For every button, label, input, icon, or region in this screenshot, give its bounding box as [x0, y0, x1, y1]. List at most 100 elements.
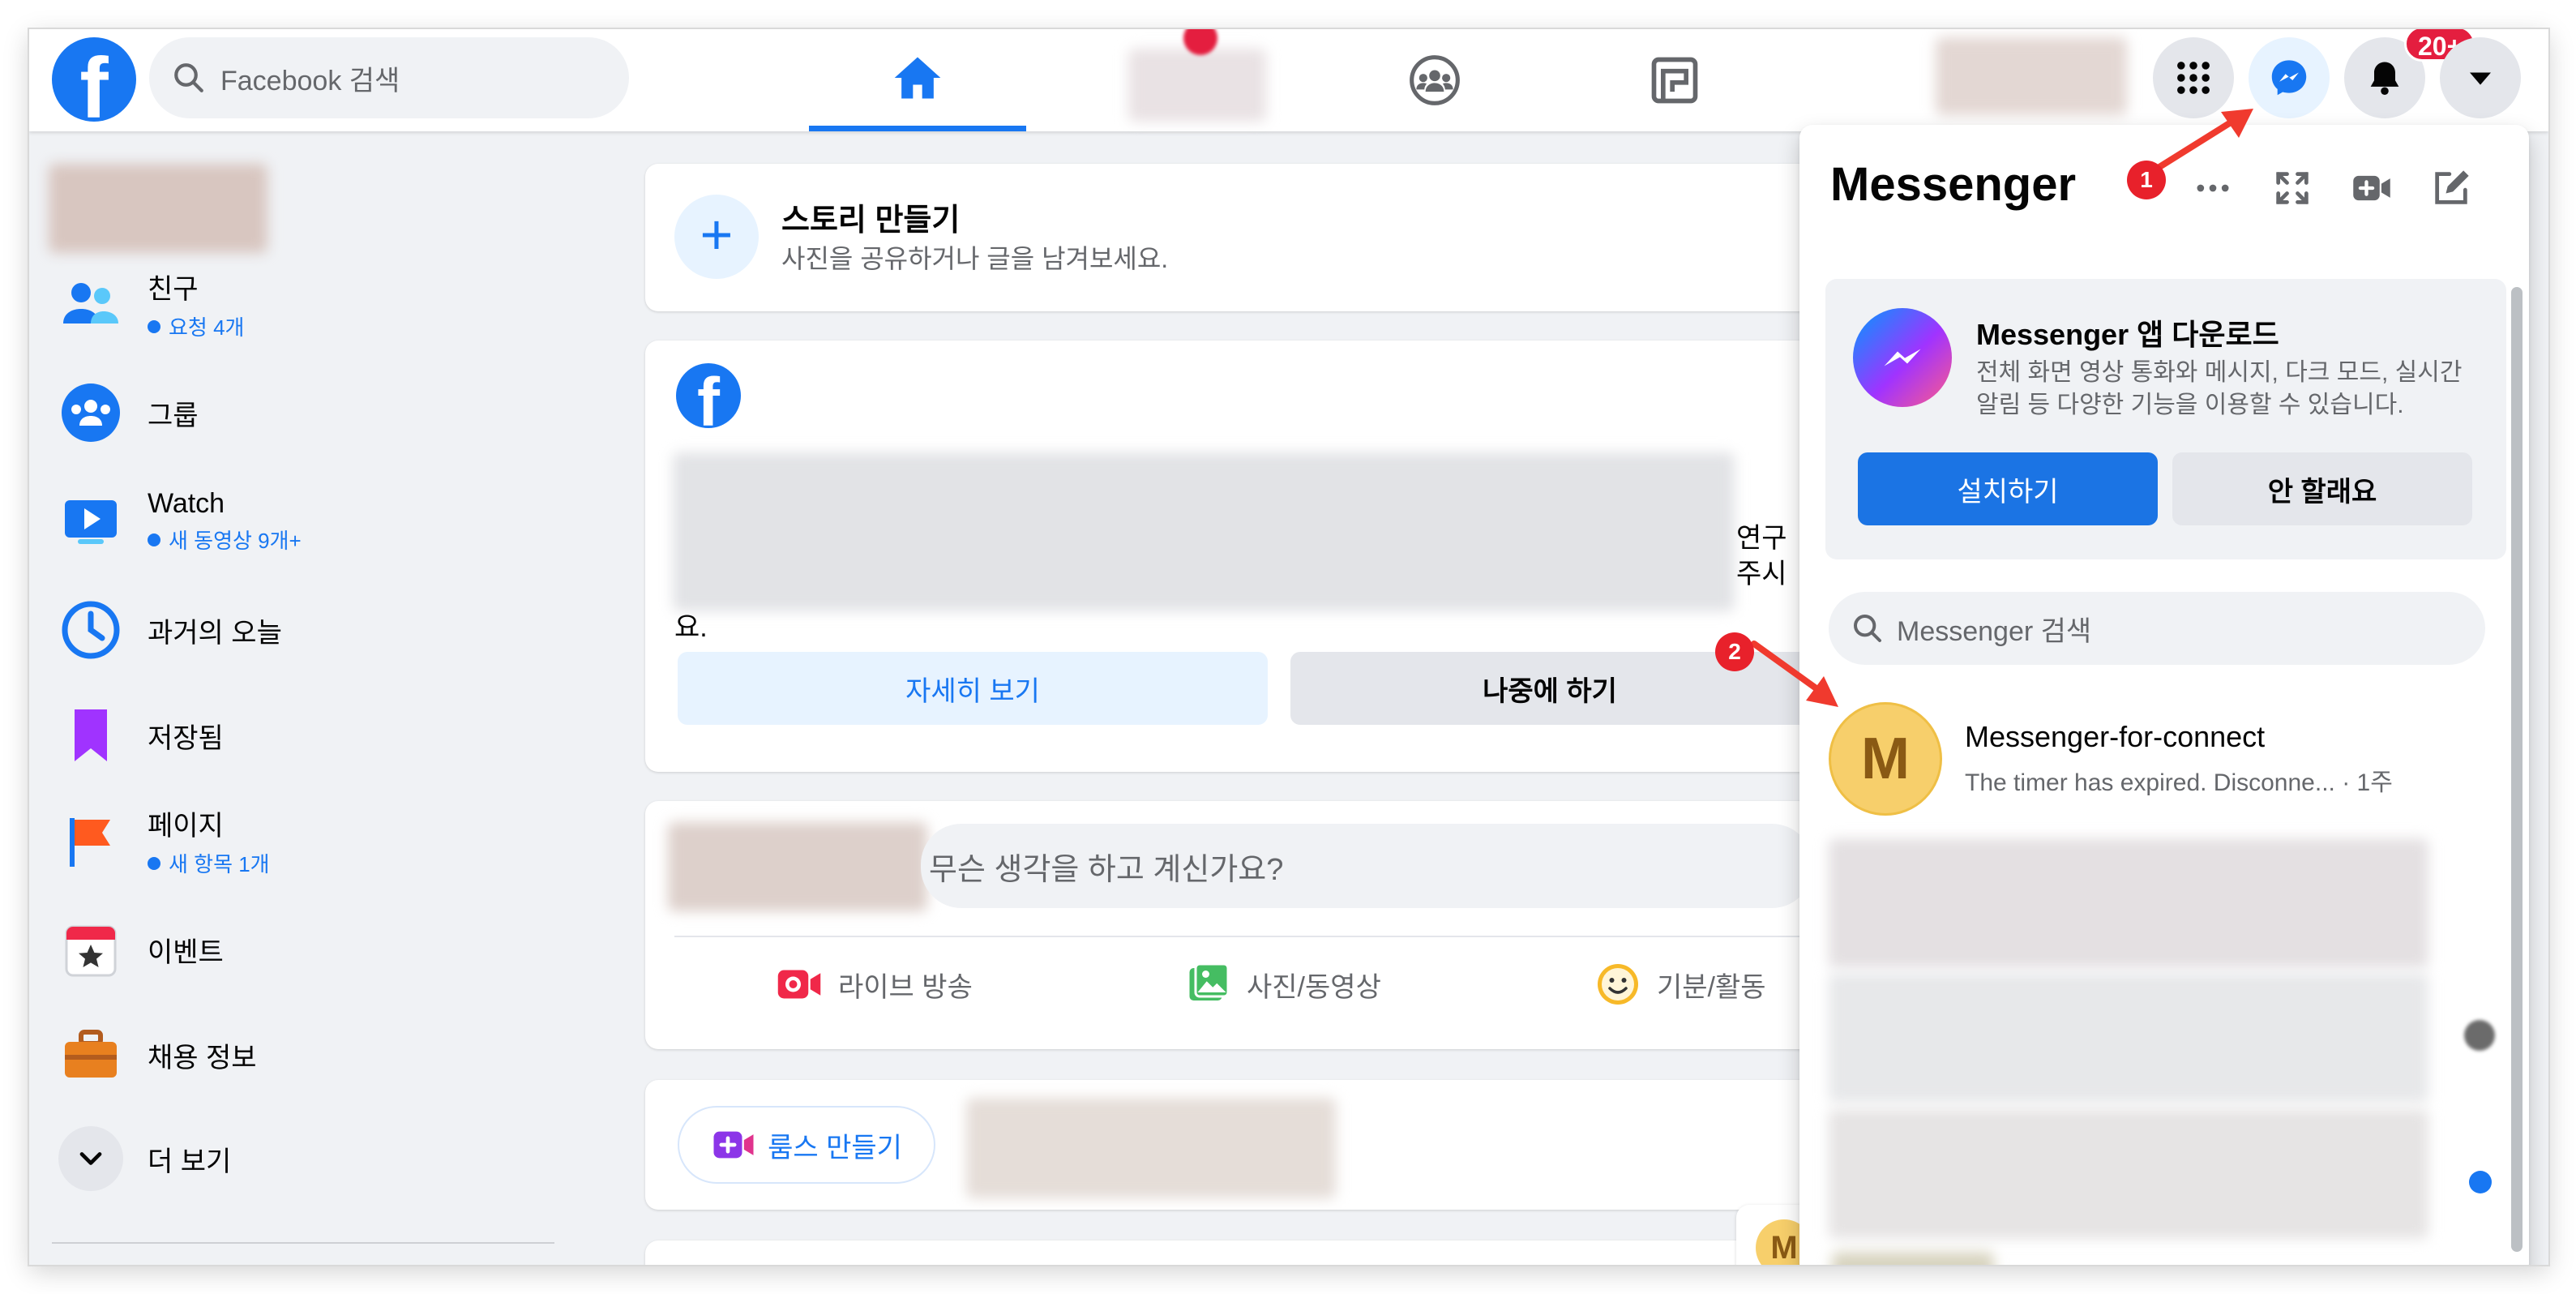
- notice-text-fragment: 요.: [674, 612, 708, 643]
- sidebar-item-label: 그룹: [148, 400, 199, 431]
- smiley-icon: [1598, 964, 1638, 1005]
- blurred-conversation[interactable]: [1829, 838, 2428, 968]
- left-sidebar: 친구요청 4개 그룹 Watch 새 동영상 9개+ 과거의 오늘 저장됨 페이지…: [29, 131, 613, 1265]
- groups-color-icon: [62, 383, 120, 442]
- plus-icon: +: [700, 203, 734, 266]
- blurred-room-avatars: [966, 1098, 1336, 1198]
- blurred-profile-item[interactable]: [49, 164, 267, 253]
- bell-icon: [2370, 62, 2399, 96]
- feeling-activity-button[interactable]: 기분/활동: [1594, 960, 1766, 1009]
- messenger-search-placeholder: Messenger 검색: [1897, 615, 2092, 647]
- annotation-arrow-2: [1751, 641, 1838, 707]
- blurred-conversation[interactable]: [1832, 1252, 1994, 1265]
- messenger-app-logo: [1853, 308, 1952, 407]
- facebook-search-input[interactable]: Facebook 검색: [149, 37, 629, 118]
- memories-clock-icon: [62, 601, 120, 659]
- add-story-button[interactable]: +: [674, 195, 759, 279]
- sidebar-item-watch[interactable]: Watch 새 동영상 9개+: [52, 477, 587, 566]
- sidebar-item-sub: 요청 4개: [148, 311, 244, 341]
- messenger-icon: [2271, 60, 2307, 96]
- blurred-conversation[interactable]: [1829, 1109, 2428, 1239]
- tab-home[interactable]: [809, 29, 1026, 131]
- groups-icon: [1410, 55, 1460, 105]
- facebook-notice-logo: f: [676, 363, 741, 428]
- bookmark-icon: [75, 709, 107, 761]
- sidebar-item-jobs[interactable]: 채용 정보: [52, 1010, 587, 1099]
- sidebar-item-label: 채용 정보: [148, 1042, 257, 1073]
- feeling-activity-label: 기분/활동: [1657, 971, 1766, 1003]
- story-title: 스토리 만들기: [781, 204, 961, 238]
- see-all-in-messenger-button[interactable]: [2260, 156, 2325, 221]
- tab-gaming[interactable]: [1566, 29, 1783, 131]
- create-room-button[interactable]: 룸스 만들기: [678, 1106, 935, 1184]
- account-menu-button[interactable]: [2440, 37, 2521, 118]
- sidebar-item-events[interactable]: 이벤트: [52, 905, 587, 994]
- next-feed-card: [645, 1240, 1829, 1265]
- sidebar-item-label: 이벤트: [148, 936, 224, 968]
- install-button[interactable]: 설치하기: [1858, 452, 2158, 525]
- sidebar-item-label: 페이지: [148, 811, 224, 842]
- sidebar-item-label: Watch: [148, 488, 225, 519]
- rooms-card: 룸스 만들기: [645, 1080, 1829, 1210]
- caret-down-icon: [2470, 72, 2491, 85]
- search-icon: [1854, 615, 1881, 642]
- blurred-tab-thumbnail: [1128, 49, 1266, 122]
- details-button[interactable]: 자세히 보기: [678, 652, 1268, 725]
- conversation-item[interactable]: M Messenger-for-connect The timer has ex…: [1829, 694, 2485, 824]
- live-video-label: 라이브 방송: [838, 971, 973, 1003]
- new-room-button[interactable]: [2339, 156, 2404, 221]
- annotation-marker-1: 1: [2127, 161, 2166, 199]
- live-video-button[interactable]: 라이브 방송: [775, 960, 973, 1009]
- messenger-dropdown: Messenger Messenger 앱 다운로드 전체 화면 영상 통화와 …: [1799, 125, 2529, 1265]
- seen-avatar: [2464, 1020, 2495, 1051]
- tab-groups[interactable]: [1326, 29, 1543, 131]
- blurred-profile-chip[interactable]: [1936, 37, 2127, 115]
- sidebar-item-saved[interactable]: 저장됨: [52, 691, 587, 780]
- sidebar-see-more[interactable]: 더 보기: [52, 1114, 587, 1203]
- facebook-notice-logo-letter: f: [697, 364, 720, 428]
- photo-video-label: 사진/동영상: [1247, 971, 1381, 1003]
- dismiss-button[interactable]: 안 할래요: [2172, 452, 2472, 525]
- sidebar-item-label: 친구: [148, 274, 199, 305]
- photo-icon: [1189, 962, 1230, 1000]
- sidebar-item-label: 더 보기: [148, 1146, 232, 1177]
- messenger-title: Messenger: [1830, 158, 2077, 211]
- chevron-down-icon: [79, 1152, 102, 1165]
- calendar-star-icon: [65, 925, 117, 977]
- notice-text-fragment: 연구: [1736, 523, 1787, 554]
- briefcase-icon: [65, 1030, 117, 1078]
- sidebar-item-label: 저장됨: [148, 722, 224, 754]
- sidebar-item-pages[interactable]: 페이지새 항목 1개: [52, 796, 587, 885]
- friends-icon: [63, 283, 118, 324]
- create-story-card[interactable]: + 스토리 만들기 사진을 공유하거나 글을 남겨보세요.: [645, 164, 1829, 311]
- facebook-logo[interactable]: f: [52, 37, 136, 131]
- expand-icon: [2276, 172, 2309, 204]
- photo-video-button[interactable]: 사진/동영상: [1183, 960, 1381, 1009]
- messenger-scrollbar[interactable]: [2511, 287, 2523, 1252]
- sidebar-item-sub: 새 항목 1개: [148, 848, 270, 878]
- create-room-label: 룸스 만들기: [768, 1132, 902, 1163]
- sidebar-item-label: 과거의 오늘: [148, 617, 282, 649]
- conversation-time: · 1주: [2334, 769, 2393, 796]
- video-plus-icon: [713, 1131, 754, 1159]
- compose-icon: [2435, 170, 2469, 204]
- post-composer-card: 무슨 생각을 하고 계신가요? 라이브 방송 사진/동영상 기분/활동: [645, 801, 1829, 1049]
- whats-on-your-mind-input[interactable]: 무슨 생각을 하고 계신가요?: [921, 824, 1812, 908]
- flag-icon: [70, 818, 110, 867]
- promo-description: 전체 화면 영상 통화와 메시지, 다크 모드, 실시간 알림 등 다양한 기능…: [1976, 359, 2463, 418]
- facebook-logo-letter: f: [79, 41, 109, 136]
- grid-menu-icon: [2177, 62, 2210, 94]
- sidebar-item-groups[interactable]: 그룹: [52, 368, 587, 457]
- facebook-notice-card: f 연구 주시 요. 자세히 보기 나중에 하기: [645, 341, 1829, 772]
- notice-text-fragment: 주시: [1736, 559, 1787, 589]
- sidebar-item-memories[interactable]: 과거의 오늘: [52, 585, 587, 675]
- home-icon: [894, 57, 941, 98]
- new-message-button[interactable]: [2419, 156, 2484, 221]
- sidebar-item-friends[interactable]: 친구요청 4개: [52, 259, 587, 349]
- tab-watch[interactable]: [1117, 29, 1279, 131]
- conversation-name: Messenger-for-connect: [1965, 720, 2266, 753]
- blurred-conversation[interactable]: [1829, 973, 2428, 1103]
- unread-dot: [2469, 1171, 2492, 1193]
- messenger-search-input[interactable]: Messenger 검색: [1829, 592, 2485, 665]
- video-plus-icon: [2353, 175, 2390, 201]
